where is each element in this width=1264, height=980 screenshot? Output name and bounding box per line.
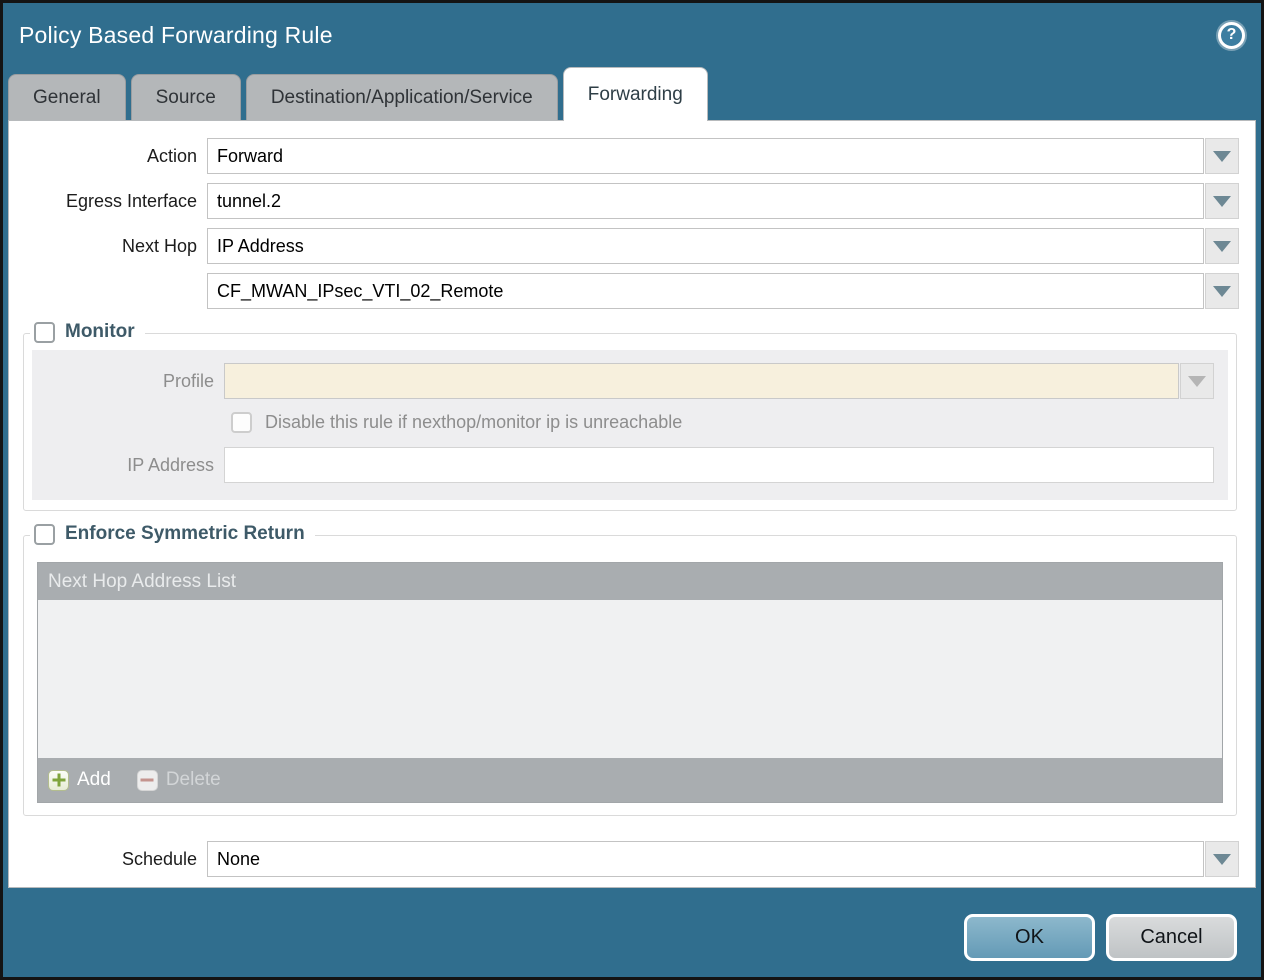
action-row: Action Forward bbox=[9, 138, 1239, 174]
chevron-down-icon bbox=[1213, 854, 1231, 865]
cancel-button[interactable]: Cancel bbox=[1106, 914, 1237, 961]
next-hop-address-list-header: Next Hop Address List bbox=[38, 563, 1222, 600]
action-label: Action bbox=[9, 146, 207, 167]
next-hop-address-row: CF_MWAN_IPsec_VTI_02_Remote bbox=[9, 273, 1239, 309]
profile-select bbox=[224, 363, 1179, 399]
schedule-label: Schedule bbox=[9, 849, 207, 870]
profile-label: Profile bbox=[32, 371, 224, 392]
schedule-select[interactable]: None bbox=[207, 841, 1204, 877]
disable-rule-label: Disable this rule if nexthop/monitor ip … bbox=[265, 412, 682, 433]
next-hop-type-select[interactable]: IP Address bbox=[207, 228, 1204, 264]
monitor-legend-label: Monitor bbox=[65, 321, 135, 343]
schedule-dropdown-button[interactable] bbox=[1205, 841, 1239, 877]
action-dropdown-button[interactable] bbox=[1205, 138, 1239, 174]
symmetric-return-checkbox[interactable] bbox=[34, 524, 55, 545]
next-hop-address-select[interactable]: CF_MWAN_IPsec_VTI_02_Remote bbox=[207, 273, 1204, 309]
next-hop-row: Next Hop IP Address bbox=[9, 228, 1239, 264]
schedule-row: Schedule None bbox=[9, 841, 1239, 877]
monitor-checkbox[interactable] bbox=[34, 322, 55, 343]
tab-destination-application-service[interactable]: Destination/Application/Service bbox=[246, 74, 558, 121]
add-button-label: Add bbox=[77, 769, 111, 791]
pbf-rule-dialog: { "dialog": { "title": "Policy Based For… bbox=[0, 0, 1264, 980]
monitor-ip-address-input bbox=[224, 447, 1214, 483]
tab-source[interactable]: Source bbox=[131, 74, 241, 121]
monitor-ip-address-row: IP Address bbox=[32, 447, 1214, 483]
dialog-title: Policy Based Forwarding Rule bbox=[19, 22, 333, 49]
symmetric-return-section: Enforce Symmetric Return Next Hop Addres… bbox=[23, 535, 1237, 816]
monitor-legend: Monitor bbox=[30, 321, 145, 343]
next-hop-address-list-toolbar: Add Delete bbox=[38, 758, 1222, 802]
add-button[interactable]: Add bbox=[48, 769, 111, 791]
action-select[interactable]: Forward bbox=[207, 138, 1204, 174]
help-icon[interactable]: ? bbox=[1218, 22, 1245, 49]
monitor-section: Monitor Profile Disable this rule if nex… bbox=[23, 333, 1237, 511]
egress-interface-row: Egress Interface tunnel.2 bbox=[9, 183, 1239, 219]
egress-interface-select[interactable]: tunnel.2 bbox=[207, 183, 1204, 219]
disable-rule-row: Disable this rule if nexthop/monitor ip … bbox=[231, 412, 1228, 433]
ok-button[interactable]: OK bbox=[964, 914, 1095, 961]
monitor-disabled-panel: Profile Disable this rule if nexthop/mon… bbox=[32, 350, 1228, 500]
tab-forwarding[interactable]: Forwarding bbox=[563, 67, 708, 121]
tab-general[interactable]: General bbox=[8, 74, 126, 121]
profile-row: Profile bbox=[32, 363, 1214, 399]
chevron-down-icon bbox=[1213, 151, 1231, 162]
chevron-down-icon bbox=[1188, 376, 1206, 387]
chevron-down-icon bbox=[1213, 286, 1231, 297]
monitor-ip-address-label: IP Address bbox=[32, 455, 224, 476]
egress-interface-label: Egress Interface bbox=[9, 191, 207, 212]
delete-button-label: Delete bbox=[166, 769, 221, 791]
dialog-header: Policy Based Forwarding Rule ? bbox=[3, 3, 1261, 67]
delete-button: Delete bbox=[137, 769, 221, 791]
symmetric-return-legend-label: Enforce Symmetric Return bbox=[65, 523, 305, 545]
symmetric-return-legend: Enforce Symmetric Return bbox=[30, 523, 315, 545]
chevron-down-icon bbox=[1213, 241, 1231, 252]
minus-icon bbox=[137, 770, 158, 791]
next-hop-type-dropdown-button[interactable] bbox=[1205, 228, 1239, 264]
tab-bar: General Source Destination/Application/S… bbox=[8, 67, 1256, 121]
profile-dropdown-button bbox=[1180, 363, 1214, 399]
next-hop-address-list-body[interactable] bbox=[38, 600, 1222, 758]
next-hop-address-dropdown-button[interactable] bbox=[1205, 273, 1239, 309]
forwarding-tab-panel: Action Forward Egress Interface tunnel.2… bbox=[8, 120, 1256, 888]
egress-interface-dropdown-button[interactable] bbox=[1205, 183, 1239, 219]
chevron-down-icon bbox=[1213, 196, 1231, 207]
disable-rule-checkbox bbox=[231, 412, 252, 433]
next-hop-address-list-table: Next Hop Address List Add Delete bbox=[37, 562, 1223, 803]
next-hop-label: Next Hop bbox=[9, 236, 207, 257]
plus-icon bbox=[48, 770, 69, 791]
